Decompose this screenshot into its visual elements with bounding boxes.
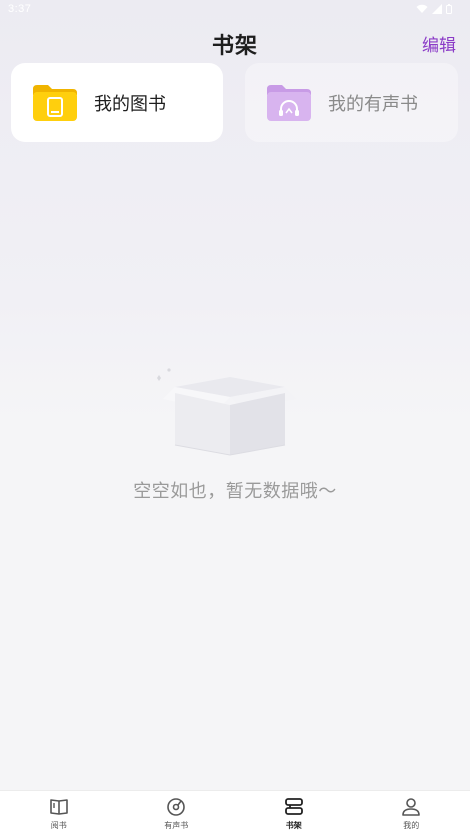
empty-state-message: 空空如也，暂无数据哦～ xyxy=(133,481,337,502)
nav-item-read[interactable]: 阅书 xyxy=(0,791,118,836)
open-book-icon xyxy=(49,799,68,815)
edit-button[interactable]: 编辑 xyxy=(422,31,456,56)
status-bar: 3:37 xyxy=(0,0,470,20)
book-folder-icon xyxy=(31,83,79,123)
my-audiobooks-label: 我的有声书 xyxy=(328,93,418,115)
page-title: 书架 xyxy=(211,34,258,59)
my-books-label: 我的图书 xyxy=(94,93,166,115)
person-icon xyxy=(402,798,421,816)
audio-folder-icon xyxy=(265,83,313,123)
my-audiobooks-card[interactable]: 我的有声书 xyxy=(245,63,458,142)
empty-box-icon xyxy=(155,365,305,460)
bottom-nav: 阅书 有声书 书架 我的 xyxy=(0,790,470,836)
nav-label-profile: 我的 xyxy=(403,821,420,830)
nav-label-bookshelf: 书架 xyxy=(285,821,302,830)
status-icons xyxy=(416,4,452,14)
nav-label-read: 阅书 xyxy=(50,821,67,830)
wifi-icon xyxy=(416,4,428,13)
status-time: 3:37 xyxy=(8,3,32,15)
nav-item-profile[interactable]: 我的 xyxy=(353,791,470,836)
my-books-card[interactable]: 我的图书 xyxy=(11,63,223,142)
nav-label-audiobooks: 有声书 xyxy=(164,821,189,830)
bookshelf-icon xyxy=(284,798,303,815)
nav-item-audiobooks[interactable]: 有声书 xyxy=(118,791,236,836)
signal-icon xyxy=(432,4,442,14)
nav-item-bookshelf[interactable]: 书架 xyxy=(235,791,353,836)
vinyl-disc-icon xyxy=(167,798,186,816)
battery-icon xyxy=(446,4,452,14)
